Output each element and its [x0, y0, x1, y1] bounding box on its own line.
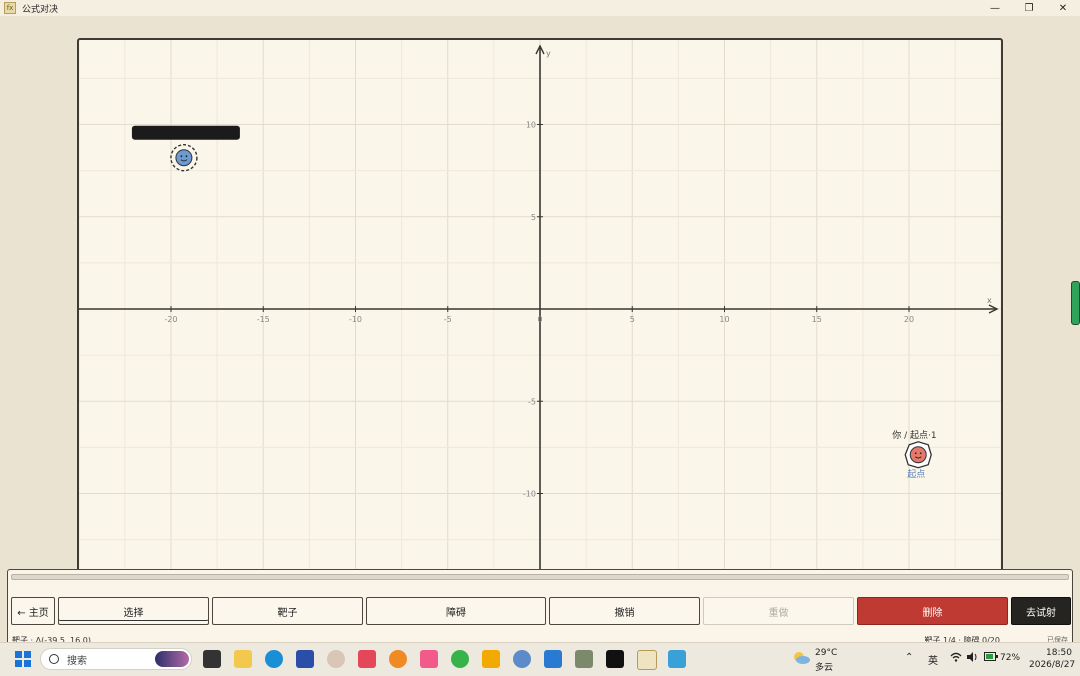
vscode-icon[interactable]	[544, 650, 562, 668]
clock-date[interactable]: 2026/8/27	[1029, 660, 1075, 670]
home-button[interactable]: ← 主页	[11, 597, 55, 625]
x-tick-label: -10	[349, 315, 362, 324]
battery-percent: 72%	[1000, 653, 1021, 663]
app-f-icon[interactable]	[358, 650, 376, 668]
player-title: 你 / 起点·1	[892, 430, 937, 441]
toolbar: ← 主页 选择 靶子 障碍 撤销 重做 删除 去试射	[11, 597, 1071, 627]
y-tick-label: 5	[531, 213, 536, 222]
ime-indicator[interactable]: 英	[928, 652, 938, 667]
player-marker	[909, 446, 927, 464]
x-tick-label: 20	[904, 315, 914, 324]
player-eye	[919, 452, 922, 455]
x-tick-label: -5	[444, 315, 452, 324]
target-tool-button[interactable]: 靶子	[212, 597, 363, 625]
notepad-icon[interactable]	[668, 650, 686, 668]
x-tick-label: 10	[719, 315, 729, 324]
battery-icon[interactable]	[984, 652, 998, 664]
obstacle-tool-button[interactable]: 障碍	[366, 597, 546, 625]
graph-svg[interactable]: x y -20 -15 -10 -5 0 5 10 15 20 10 5 -5 -10	[79, 40, 1001, 577]
target-eye	[185, 155, 188, 158]
graph-canvas[interactable]: x y -20 -15 -10 -5 0 5 10 15 20 10 5 -5 -10 你 / 起点·1 起…	[77, 38, 1003, 579]
target-eye	[180, 155, 183, 158]
weather-temp: 29°C	[815, 648, 838, 658]
app-icon: fx	[4, 2, 16, 14]
x-tick-label: -15	[257, 315, 270, 324]
x-tick-label: 0	[537, 315, 542, 324]
app-gear-icon[interactable]	[513, 650, 531, 668]
x-axis-label: x	[987, 296, 992, 305]
taskbar-search[interactable]: 搜索	[40, 648, 192, 670]
app-top-icon[interactable]	[606, 650, 624, 668]
y-tick-label: -5	[528, 397, 536, 406]
app-orange-icon[interactable]	[389, 650, 407, 668]
window-controls: — ❐ ✕	[978, 0, 1080, 16]
close-icon[interactable]: ✕	[1046, 0, 1080, 16]
minimize-icon[interactable]: —	[978, 0, 1012, 16]
select-tool-button[interactable]: 选择	[58, 597, 209, 625]
x-tick-label: 15	[812, 315, 822, 324]
dev-app-icon[interactable]	[296, 650, 314, 668]
formula-duel-taskbar-icon[interactable]	[637, 650, 657, 670]
window-title: 公式对决	[22, 4, 59, 15]
progress-bar	[11, 574, 1069, 580]
clock-time[interactable]: 18:50	[1046, 648, 1072, 658]
player-label: 起点	[907, 469, 926, 480]
y-axis-label: y	[546, 49, 551, 58]
bilibili-icon[interactable]	[420, 650, 438, 668]
redacted-label	[131, 125, 240, 140]
volume-icon[interactable]	[966, 652, 978, 665]
weather-icon[interactable]	[792, 651, 810, 668]
fire-button[interactable]: 去试射	[1011, 597, 1071, 625]
search-placeholder: 搜索	[67, 655, 87, 667]
weather-desc: 多云	[815, 663, 834, 673]
y-tick-label: -10	[523, 490, 536, 499]
edge-icon[interactable]	[265, 650, 283, 668]
wifi-icon[interactable]	[950, 652, 962, 665]
x-tick-label: 5	[630, 315, 635, 324]
target-marker	[175, 149, 193, 167]
scroll-indicator[interactable]	[1071, 281, 1080, 325]
app-figure-icon[interactable]	[575, 650, 593, 668]
player-eye	[914, 452, 917, 455]
file-explorer-icon[interactable]	[234, 650, 252, 668]
search-highlight-icon	[155, 651, 189, 667]
x-tick-label: -20	[164, 315, 177, 324]
main-area: x y -20 -15 -10 -5 0 5 10 15 20 10 5 -5 -10 你 / 起点·1 起…	[0, 16, 1080, 651]
search-icon	[49, 654, 59, 664]
title-bar: fx 公式对决 — ❐ ✕	[0, 0, 1080, 16]
delete-button[interactable]: 删除	[857, 597, 1008, 625]
start-icon[interactable]	[14, 650, 32, 668]
app-yellow-icon[interactable]	[482, 650, 500, 668]
redo-button[interactable]: 重做	[703, 597, 854, 625]
undo-button[interactable]: 撤销	[549, 597, 700, 625]
avatar-app-icon[interactable]	[327, 650, 345, 668]
tool-panel: ← 主页 选择 靶子 障碍 撤销 重做 删除 去试射 靶子 · Δ(-39.5,…	[7, 569, 1073, 651]
chevron-up-icon[interactable]: ⌃	[905, 652, 913, 663]
task-view-icon[interactable]	[203, 650, 221, 668]
taskbar: 搜索 29°C 多云 ⌃ 英 72% 18:50 2026/8/27	[0, 642, 1080, 676]
restore-icon[interactable]: ❐	[1012, 0, 1046, 16]
y-tick-label: 10	[526, 121, 536, 130]
app-green-e-icon[interactable]	[451, 650, 469, 668]
